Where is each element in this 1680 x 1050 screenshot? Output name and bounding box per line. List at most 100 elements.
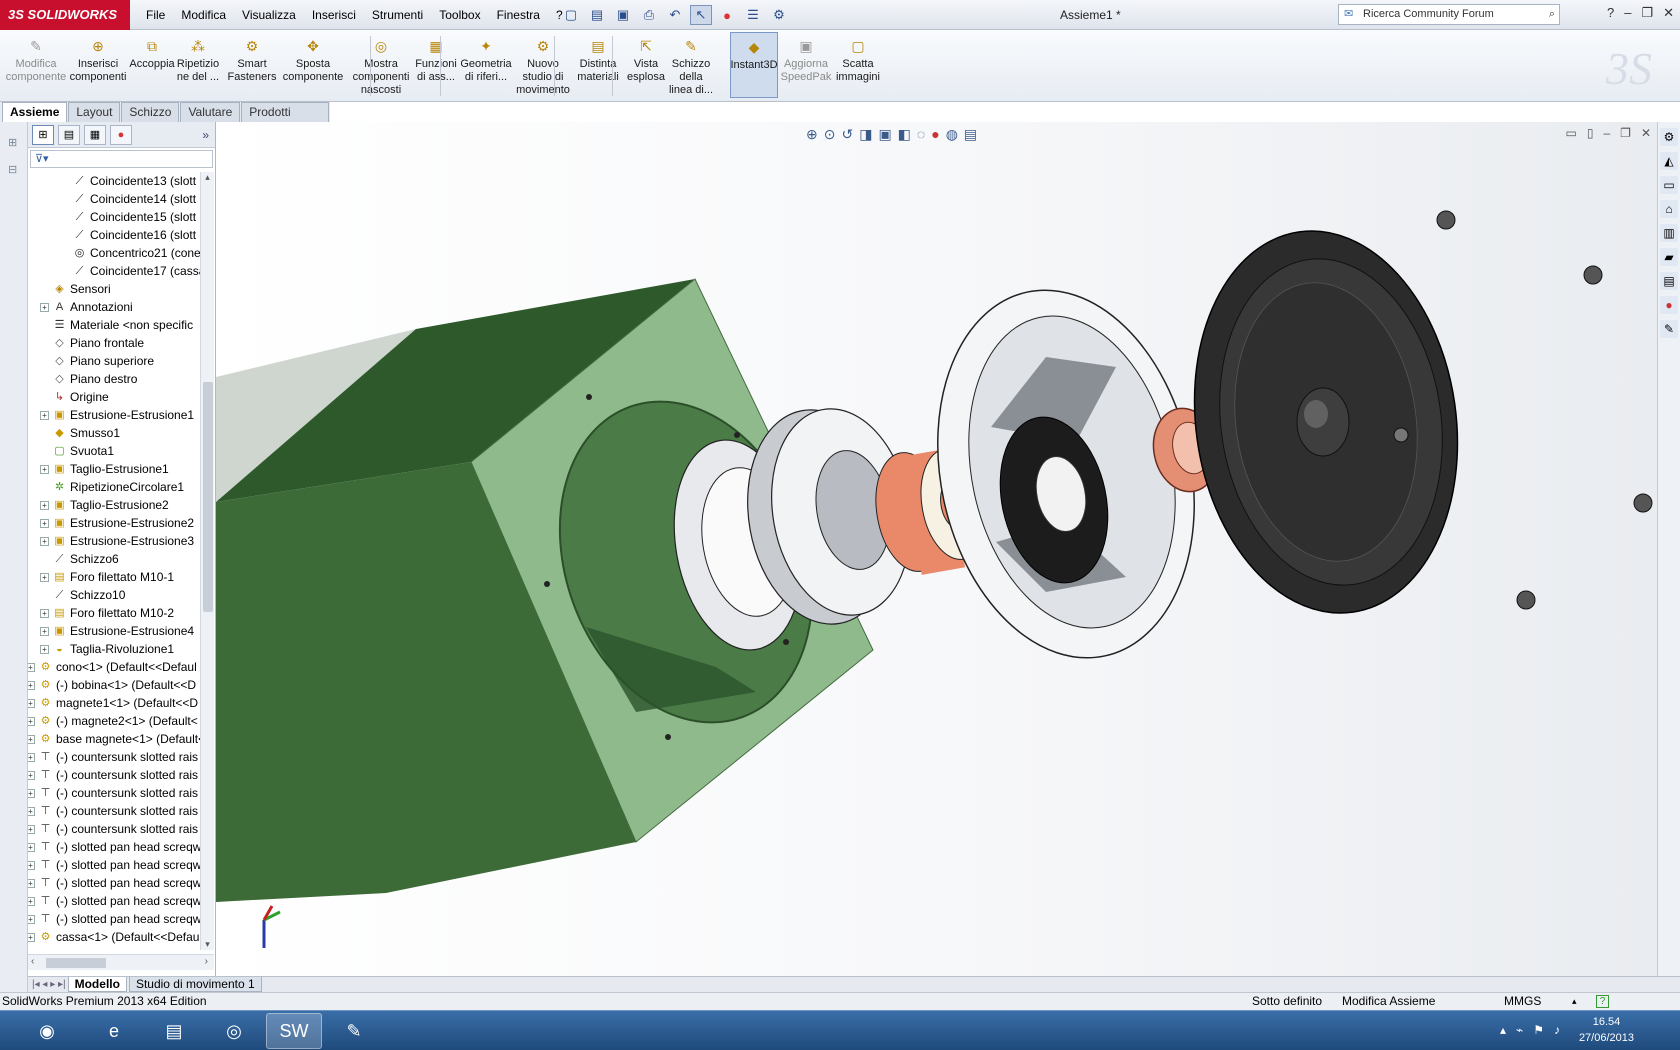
tree-item[interactable]: ◇ Piano destro — [28, 370, 200, 388]
scroll-right-icon[interactable]: › — [205, 956, 208, 967]
undo-icon[interactable]: ↶ — [664, 5, 686, 25]
tree-item[interactable]: + ⚙ cono<1> (Default<<Defaul — [28, 658, 200, 676]
tree-expand-icon[interactable]: + — [40, 465, 49, 474]
tree-item[interactable]: ⟋ Coincidente16 (slott — [28, 226, 200, 244]
options-icon[interactable]: ⚙ — [768, 5, 790, 25]
units-selector[interactable]: MMGS — [1504, 993, 1541, 1010]
ribbon-button-1[interactable]: ⊕ Inserisci componenti — [70, 32, 127, 98]
tree-expand-icon[interactable]: + — [28, 663, 35, 672]
ribbon-button-13[interactable]: ◆ Instant3D — [730, 32, 778, 98]
select-pointer-icon[interactable]: ↖ — [690, 5, 712, 25]
ribbon-button-3[interactable]: ⁂ Ripetizio ne del ... — [176, 32, 220, 98]
menu-item-2[interactable]: Visualizza — [234, 8, 304, 22]
tree-expand-icon[interactable]: + — [40, 627, 49, 636]
tree-expand-icon[interactable]: + — [28, 843, 35, 852]
ribbon-button-4[interactable]: ⚙ Smart Fasteners — [226, 32, 278, 98]
search-icon[interactable]: ⌕ — [1549, 5, 1555, 24]
menu-item-4[interactable]: Strumenti — [364, 8, 431, 22]
scroll-up-icon[interactable]: ▴ — [201, 172, 214, 183]
scroll-down-icon[interactable]: ▾ — [201, 939, 214, 950]
tree-expand-icon[interactable]: + — [28, 717, 35, 726]
tree-item[interactable]: + ⊤ (-) slotted pan head screqw — [28, 910, 200, 928]
restore-icon[interactable]: ❐ — [1641, 5, 1653, 21]
ribbon-button-5[interactable]: ✥ Sposta componente — [282, 32, 344, 98]
appearances-icon[interactable]: ● — [1660, 296, 1678, 314]
tree-item[interactable]: + ▣ Estrusione-Estrusione3 — [28, 532, 200, 550]
tree-expand-icon[interactable]: + — [28, 789, 35, 798]
tree-expand-icon[interactable]: + — [28, 861, 35, 870]
tree-item[interactable]: + A Annotazioni — [28, 298, 200, 316]
tree-item[interactable]: + ▣ Taglio-Estrusione1 — [28, 460, 200, 478]
tree-expand-icon[interactable]: + — [40, 303, 49, 312]
ribbon-button-8[interactable]: ✦ Geometria di riferi... — [458, 32, 514, 98]
file-explorer-icon[interactable]: ▭ — [1660, 176, 1678, 194]
rebuild-traffic-light-icon[interactable]: ● — [716, 5, 738, 25]
ribbon-button-11[interactable]: ⇱ Vista esplosa — [624, 32, 668, 98]
tree-expand-icon[interactable]: + — [40, 519, 49, 528]
tree-item[interactable]: + ⊤ (-) slotted pan head screqw — [28, 856, 200, 874]
print-icon[interactable]: ⎙ — [638, 5, 660, 25]
file-properties-icon[interactable]: ☰ — [742, 5, 764, 25]
tree-item[interactable]: + ▤ Foro filettato M10-1 — [28, 568, 200, 586]
ribbon-button-10[interactable]: ▤ Distinta materiali — [576, 32, 620, 98]
tree-expand-icon[interactable]: + — [28, 735, 35, 744]
folder-icon[interactable]: ▰ — [1660, 248, 1678, 266]
clock[interactable]: 16.54 27/06/2013 — [1579, 1014, 1634, 1046]
tree-item[interactable]: + ⚙ magnete1<1> (Default<<D — [28, 694, 200, 712]
solidworks-taskbar-icon[interactable]: SW — [266, 1013, 322, 1049]
tree-item[interactable]: + ⊤ (-) slotted pan head screqw — [28, 892, 200, 910]
display-manager-tab-icon[interactable]: ● — [110, 124, 132, 145]
tab-2[interactable]: Schizzo — [121, 102, 180, 122]
home-icon[interactable]: ⌂ — [1660, 200, 1678, 218]
start-button[interactable]: ◉ — [12, 1013, 82, 1049]
ribbon-button-9[interactable]: ⚙ Nuovo studio di movimento — [516, 32, 570, 98]
minimize-icon[interactable]: – — [1624, 5, 1631, 21]
view-palette-icon[interactable]: ▥ — [1660, 224, 1678, 242]
tree-expand-icon[interactable]: + — [40, 609, 49, 618]
ribbon-button-6[interactable]: ◎ Mostra componenti nascosti — [350, 32, 412, 98]
tree-item[interactable]: ◆ Smusso1 — [28, 424, 200, 442]
ribbon-button-15[interactable]: ▢ Scatta immagini — [834, 32, 882, 98]
tree-expand-icon[interactable]: + — [28, 825, 35, 834]
property-manager-tab-icon[interactable]: ▤ — [58, 124, 80, 145]
ribbon-button-2[interactable]: ⧉ Accoppia — [129, 32, 174, 98]
menu-item-3[interactable]: Inserisci — [304, 8, 364, 22]
units-dropdown-icon[interactable]: ▴ — [1572, 993, 1577, 1010]
tree-expand-icon[interactable]: + — [28, 771, 35, 780]
tree-item[interactable]: + ⊤ (-) countersunk slotted rais — [28, 802, 200, 820]
paint-icon[interactable]: ✎ — [326, 1013, 382, 1049]
tab-4[interactable]: Prodotti Office — [241, 102, 329, 138]
tree-item[interactable]: ✲ RipetizioneCircolare1 — [28, 478, 200, 496]
tab-3[interactable]: Valutare — [180, 102, 241, 122]
tree-item[interactable]: + ⚙ (-) bobina<1> (Default<<D — [28, 676, 200, 694]
help-icon[interactable]: ? — [1607, 5, 1614, 21]
custom-properties-icon[interactable]: ✎ — [1660, 320, 1678, 338]
tab-nav-arrows-icon[interactable]: |◂ ◂ ▸ ▸| — [32, 979, 66, 990]
pin-icon[interactable]: ⊞ — [8, 136, 27, 149]
tree-scroll-thumb[interactable] — [203, 382, 213, 612]
feature-tree-tab-icon[interactable]: ⊞ — [32, 124, 54, 145]
solidworks-resources-icon[interactable]: ⚙ — [1660, 128, 1678, 146]
graphics-area[interactable]: ⊕ ⊙ ↺ ◨ ▣ ◧ ◌ ● ◍ ▤ ▭ ▯ – ❐ ✕ — [216, 122, 1657, 976]
tree-item[interactable]: ⟋ Coincidente15 (slott — [28, 208, 200, 226]
tree-expand-icon[interactable]: + — [40, 411, 49, 420]
tree-item[interactable]: + ⚙ cassa<1> (Default<<Defaul — [28, 928, 200, 946]
tree-item[interactable]: ◇ Piano superiore — [28, 352, 200, 370]
action-center-icon[interactable]: ⚑ — [1533, 1023, 1544, 1037]
design-library-icon[interactable]: ◭ — [1660, 152, 1678, 170]
tree-item[interactable]: + ▣ Estrusione-Estrusione2 — [28, 514, 200, 532]
tree-item[interactable]: + ⊤ (-) countersunk slotted rais — [28, 748, 200, 766]
tree-expand-icon[interactable]: + — [40, 573, 49, 582]
tree-item[interactable]: ⟋ Coincidente17 (cassa — [28, 262, 200, 280]
ribbon-button-14[interactable]: ▣ Aggiorna SpeedPak — [780, 32, 832, 98]
network-icon[interactable]: ⌁ — [1516, 1023, 1523, 1037]
tree-expand-icon[interactable]: + — [40, 537, 49, 546]
help-status-icon[interactable]: ? — [1596, 995, 1609, 1008]
tree-filter[interactable]: ⊽▾ — [30, 150, 213, 168]
tree-hscroll-thumb[interactable] — [46, 958, 106, 968]
menu-item-0[interactable]: File — [138, 8, 173, 22]
tree-item[interactable]: + ⊤ (-) countersunk slotted rais — [28, 820, 200, 838]
open-folder-icon[interactable]: ▤ — [586, 5, 608, 25]
tree-item[interactable]: + ▣ Estrusione-Estrusione4 — [28, 622, 200, 640]
tree-expand-icon[interactable]: + — [28, 753, 35, 762]
